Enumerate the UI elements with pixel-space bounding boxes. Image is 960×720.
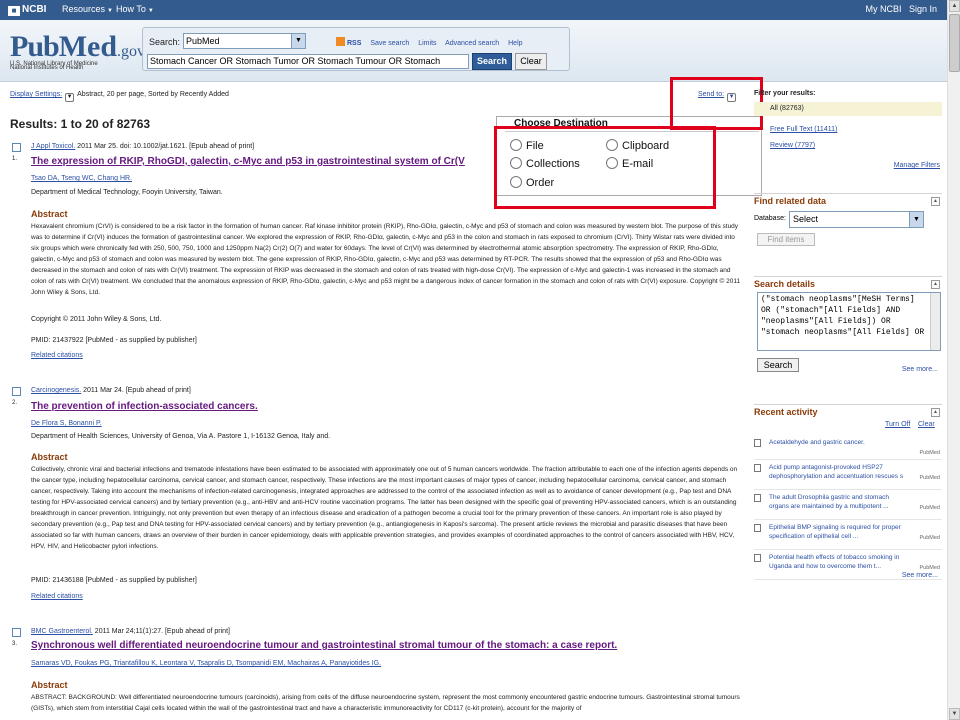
activity-item[interactable]: Acetaldehyde and gastric cancer. PubMed — [754, 438, 942, 460]
result-checkbox[interactable] — [12, 387, 21, 396]
turn-off-link[interactable]: Turn Off — [885, 421, 910, 428]
ncbi-logo-icon: ■ — [8, 6, 20, 16]
textarea-scrollbar[interactable] — [930, 293, 940, 350]
details-search-button[interactable]: Search — [757, 358, 799, 372]
see-more-details-link[interactable]: See more... — [902, 366, 938, 373]
abstract-heading: Abstract — [31, 680, 68, 690]
save-search-link[interactable]: Save search — [370, 40, 409, 47]
scroll-up-icon[interactable]: ▲ — [949, 0, 960, 12]
document-icon — [754, 524, 761, 532]
result-source: J Appl Toxicol. 2011 Mar 25. doi: 10.100… — [31, 143, 255, 150]
activity-item[interactable]: The adult Drosophila gastric and stomach… — [754, 493, 942, 520]
clear-activity-link[interactable]: Clear — [918, 421, 935, 428]
filter-header: Filter your results: — [754, 90, 816, 97]
chevron-down-icon: ▼ — [107, 8, 113, 14]
triangle-up-icon[interactable]: ▲ — [931, 280, 940, 289]
find-related-header: Find related data ▲ — [754, 193, 942, 207]
related-citations-link[interactable]: Related citations — [31, 352, 83, 359]
result-title-link[interactable]: The prevention of infection-associated c… — [31, 401, 258, 412]
abstract-text: ABSTRACT: BACKGROUND: Well differentiate… — [31, 694, 740, 712]
activity-item[interactable]: Acid pump antagonist-provoked HSP27 deph… — [754, 463, 942, 490]
search-details-panel: Search details ▲ ("stomach neoplasms"[MeS… — [754, 276, 942, 384]
highlight-box-destinations — [494, 126, 716, 209]
search-details-textarea[interactable]: ("stomach neoplasms"[MeSH Terms] OR ("st… — [757, 292, 941, 351]
abstract-text: Hexavalent chromium (CrVI) is considered… — [31, 223, 741, 296]
result-authors[interactable]: Tsao DA, Tseng WC, Chang HR. — [31, 175, 132, 182]
result-checkbox[interactable] — [12, 143, 21, 152]
manage-filters-link[interactable]: Manage Filters — [894, 162, 940, 169]
document-icon — [754, 464, 761, 472]
result-authors[interactable]: De Flora S, Bonanni P. — [31, 420, 102, 427]
result-title-link[interactable]: The expression of RKIP, RhoGDI, galectin… — [31, 156, 465, 167]
rss-link[interactable]: RSS — [336, 37, 361, 47]
result-affiliation: Department of Health Sciences, Universit… — [31, 433, 331, 440]
find-related-panel: Find related data ▲ Database: Select ▼ Fin… — [754, 193, 942, 257]
scroll-thumb[interactable] — [949, 14, 960, 72]
filter-review[interactable]: Review (7797) — [770, 142, 815, 149]
find-items-button[interactable]: Find items — [757, 233, 815, 246]
triangle-up-icon[interactable]: ▲ — [931, 408, 940, 417]
result-authors[interactable]: Samaras VD, Foukas PG, Triantafillou K, … — [31, 660, 381, 667]
display-summary: Abstract, 20 per page, Sorted by Recentl… — [77, 91, 229, 98]
filter-free-full-text[interactable]: Free Full Text (11411) — [770, 126, 837, 133]
search-input[interactable]: Stomach Cancer OR Stomach Tumor OR Stoma… — [147, 54, 469, 69]
advanced-search-link[interactable]: Advanced search — [445, 40, 499, 47]
rss-icon — [336, 37, 345, 46]
ncbi-topbar: ■ NCBI Resources ▼ How To ▼ My NCBI Sign In — [0, 0, 947, 20]
search-tool-links: RSS Save search Limits Advanced search H… — [336, 37, 530, 47]
abstract-heading: Abstract — [31, 209, 68, 219]
pmid-text: PMID: 21436188 [PubMed - as supplied by … — [31, 577, 197, 584]
related-citations-link[interactable]: Related citations — [31, 593, 83, 600]
resources-menu[interactable]: Resources ▼ — [62, 4, 113, 14]
search-button[interactable]: Search — [472, 53, 512, 70]
highlight-box-sendto — [670, 77, 763, 130]
search-box: Search: PubMed ▼ Stomach Cancer OR Stomac… — [142, 27, 570, 71]
signin-link[interactable]: Sign In — [909, 4, 937, 14]
see-more-activity-link[interactable]: See more... — [902, 572, 938, 579]
triangle-up-icon[interactable]: ▲ — [931, 197, 940, 206]
document-icon — [754, 494, 761, 502]
chevron-down-icon: ▼ — [909, 212, 923, 227]
pubmed-page: ■ NCBI Resources ▼ How To ▼ My NCBI Sign In… — [0, 0, 960, 720]
result-affiliation: Department of Medical Technology, Fooyin… — [31, 189, 223, 196]
ncbi-logo[interactable]: ■ NCBI — [8, 4, 46, 16]
result-checkbox[interactable] — [12, 628, 21, 637]
chevron-down-icon: ▼ — [291, 34, 305, 48]
document-icon — [754, 554, 761, 562]
display-settings-row: Display Settings: ▼ Abstract, 20 per page,… — [10, 91, 229, 102]
activity-item[interactable]: Epithelial BMP signaling is required for… — [754, 523, 942, 550]
pmid-text: PMID: 21437922 [PubMed - as supplied by … — [31, 337, 197, 344]
copyright-text: Copyright © 2011 John Wiley & Sons, Ltd. — [31, 316, 162, 323]
database-select[interactable]: PubMed ▼ — [183, 33, 306, 49]
document-icon — [754, 439, 761, 447]
filter-all[interactable]: All (82763) — [754, 102, 942, 116]
database-label: Database: — [754, 215, 786, 222]
page-scrollbar[interactable]: ▲ ▼ — [947, 0, 960, 720]
related-database-select[interactable]: Select ▼ — [789, 211, 924, 228]
clear-button[interactable]: Clear — [515, 53, 547, 70]
result-item: 2. Carcinogenesis. 2011 Mar 24. [Epub ah… — [12, 387, 742, 607]
result-source: BMC Gastroenterol. 2011 Mar 24;11(1):27.… — [31, 628, 230, 635]
recent-activity-panel: Recent activity ▲ Turn Off Clear Acetalde… — [754, 404, 942, 584]
chevron-down-icon: ▼ — [147, 8, 154, 14]
myncbi-link[interactable]: My NCBI — [865, 4, 901, 14]
chevron-down-icon[interactable]: ▼ — [65, 93, 75, 102]
howto-menu[interactable]: How To ▼ — [116, 4, 154, 14]
abstract-heading: Abstract — [31, 452, 68, 462]
abstract-text: Collectively, chronic viral and bacteria… — [31, 466, 738, 550]
display-settings-link[interactable]: Display Settings: — [10, 91, 62, 98]
search-label: Search: — [149, 37, 181, 47]
search-details-header: Search details ▲ — [754, 276, 942, 290]
result-title-link[interactable]: Synchronous well differentiated neuroend… — [31, 640, 617, 651]
results-count-title: Results: 1 to 20 of 82763 — [10, 117, 151, 131]
result-item: 3. BMC Gastroenterol. 2011 Mar 24;11(1):… — [12, 628, 740, 712]
result-source: Carcinogenesis. 2011 Mar 24. [Epub ahead… — [31, 387, 191, 394]
recent-activity-header: Recent activity ▲ — [754, 404, 942, 418]
limits-link[interactable]: Limits — [418, 40, 436, 47]
pubmed-logo[interactable]: PubMed.gov U.S. National Library of Medi… — [10, 30, 145, 72]
help-link[interactable]: Help — [508, 40, 522, 47]
pubmed-header: PubMed.gov U.S. National Library of Medi… — [0, 20, 947, 82]
scroll-down-icon[interactable]: ▼ — [949, 708, 960, 720]
